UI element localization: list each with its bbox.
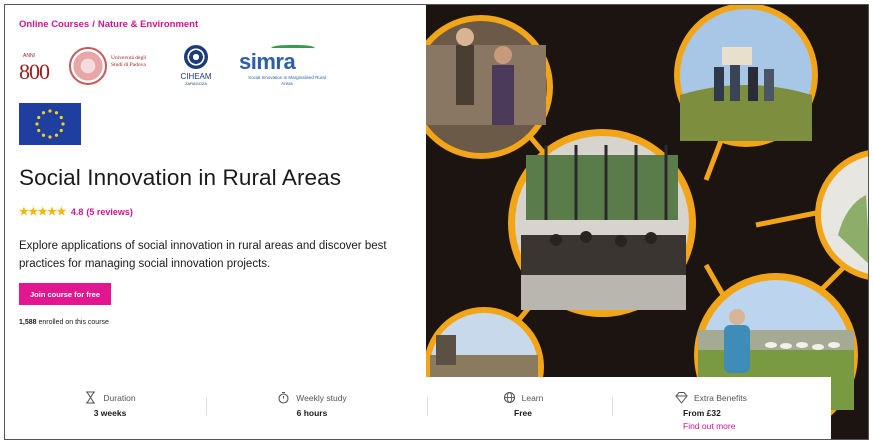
breadcrumb-online-courses[interactable]: Online Courses xyxy=(19,19,89,30)
course-page: Online Courses / Nature & Environment ANNI… xyxy=(4,4,869,440)
stat-divider xyxy=(427,397,428,415)
hero-collage xyxy=(426,5,868,439)
course-rating: ★★★★★ 4.8 (5 reviews) xyxy=(19,205,133,218)
eu-star xyxy=(54,133,59,137)
padova-seal-logo xyxy=(69,47,107,85)
find-out-more-link[interactable]: Find out more xyxy=(675,421,775,431)
course-hero-info: Online Courses / Nature & Environment ANNI… xyxy=(5,5,425,377)
globe-icon xyxy=(503,391,515,404)
stat-divider xyxy=(206,397,207,415)
duration-label: Duration xyxy=(103,392,136,403)
course-stats-bar: Duration 3 weeks Weekly study 6 hours Le… xyxy=(5,377,831,439)
eu-star xyxy=(59,128,63,133)
padova-800-logo: ANNI 800 xyxy=(19,53,63,87)
extra-benefits-label: Extra Benefits xyxy=(694,392,747,403)
eu-star xyxy=(37,128,41,133)
learn-label: Learn xyxy=(521,392,544,403)
breadcrumb-separator: / xyxy=(92,19,95,30)
duration-value: 3 weeks xyxy=(93,408,127,418)
weekly-study-label: Weekly study xyxy=(296,392,347,403)
ciheam-sub: ZARAGOZA xyxy=(184,81,207,86)
hourglass-icon xyxy=(86,391,96,404)
breadcrumb-nature-environment[interactable]: Nature & Environment xyxy=(98,19,198,30)
eu-flag-icon xyxy=(19,103,81,145)
course-title: Social Innovation in Rural Areas xyxy=(19,165,342,190)
diamond-icon xyxy=(675,392,688,404)
eu-star xyxy=(48,135,52,139)
stat-extra-benefits: Extra Benefits From £32 Find out more xyxy=(675,391,775,431)
rating-score: 4.8 xyxy=(70,206,84,217)
stat-divider xyxy=(612,397,613,415)
weekly-study-value: 6 hours xyxy=(296,408,328,418)
eu-star xyxy=(61,122,65,126)
eu-star xyxy=(48,109,52,113)
eu-star xyxy=(41,133,46,137)
ciheam-emblem-icon xyxy=(184,45,208,69)
eu-star xyxy=(41,111,46,115)
photo-bubble-field-group xyxy=(674,5,818,147)
course-description: Explore applications of social innovatio… xyxy=(19,240,387,270)
learn-value: Free xyxy=(514,408,532,418)
stat-learn: Learn Free xyxy=(488,391,558,418)
simra-word: simra xyxy=(239,49,296,74)
partner-logos: ANNI 800 Università degli Studi di Padov… xyxy=(19,45,419,95)
join-course-button[interactable]: Join course for free xyxy=(19,283,111,305)
simra-logo: simra Social Innovation in Marginalised … xyxy=(239,45,329,95)
stopwatch-icon xyxy=(278,391,289,404)
stat-duration: Duration 3 weeks xyxy=(75,391,145,418)
simra-tagline: Social Innovation in Marginalised Rural … xyxy=(248,75,326,86)
padova-university-name: Università degli Studi di Padova xyxy=(111,55,147,68)
breadcrumb: Online Courses / Nature & Environment xyxy=(19,19,198,30)
stat-weekly-study: Weekly study 6 hours xyxy=(267,391,357,418)
extra-benefits-value: From £32 xyxy=(683,408,721,418)
enrolled-count: 1,588 enrolled on this course xyxy=(19,319,109,326)
eu-star xyxy=(59,115,63,120)
eu-star xyxy=(54,111,59,115)
ciheam-logo: CIHEAM ZARAGOZA xyxy=(179,45,213,95)
ciheam-name: CIHEAM xyxy=(180,72,212,81)
eu-star xyxy=(37,115,41,120)
enrolled-text: enrolled on this course xyxy=(38,319,109,326)
reviews-link[interactable]: (5 reviews) xyxy=(86,207,133,217)
photo-bubble-meeting-hall xyxy=(508,129,696,317)
enrolled-number: 1,588 xyxy=(19,319,37,326)
hero-image xyxy=(426,5,868,439)
eu-star xyxy=(35,122,39,126)
rating-stars-icon: ★★★★★ xyxy=(19,206,66,218)
padova-800-text: 800 xyxy=(19,59,50,84)
